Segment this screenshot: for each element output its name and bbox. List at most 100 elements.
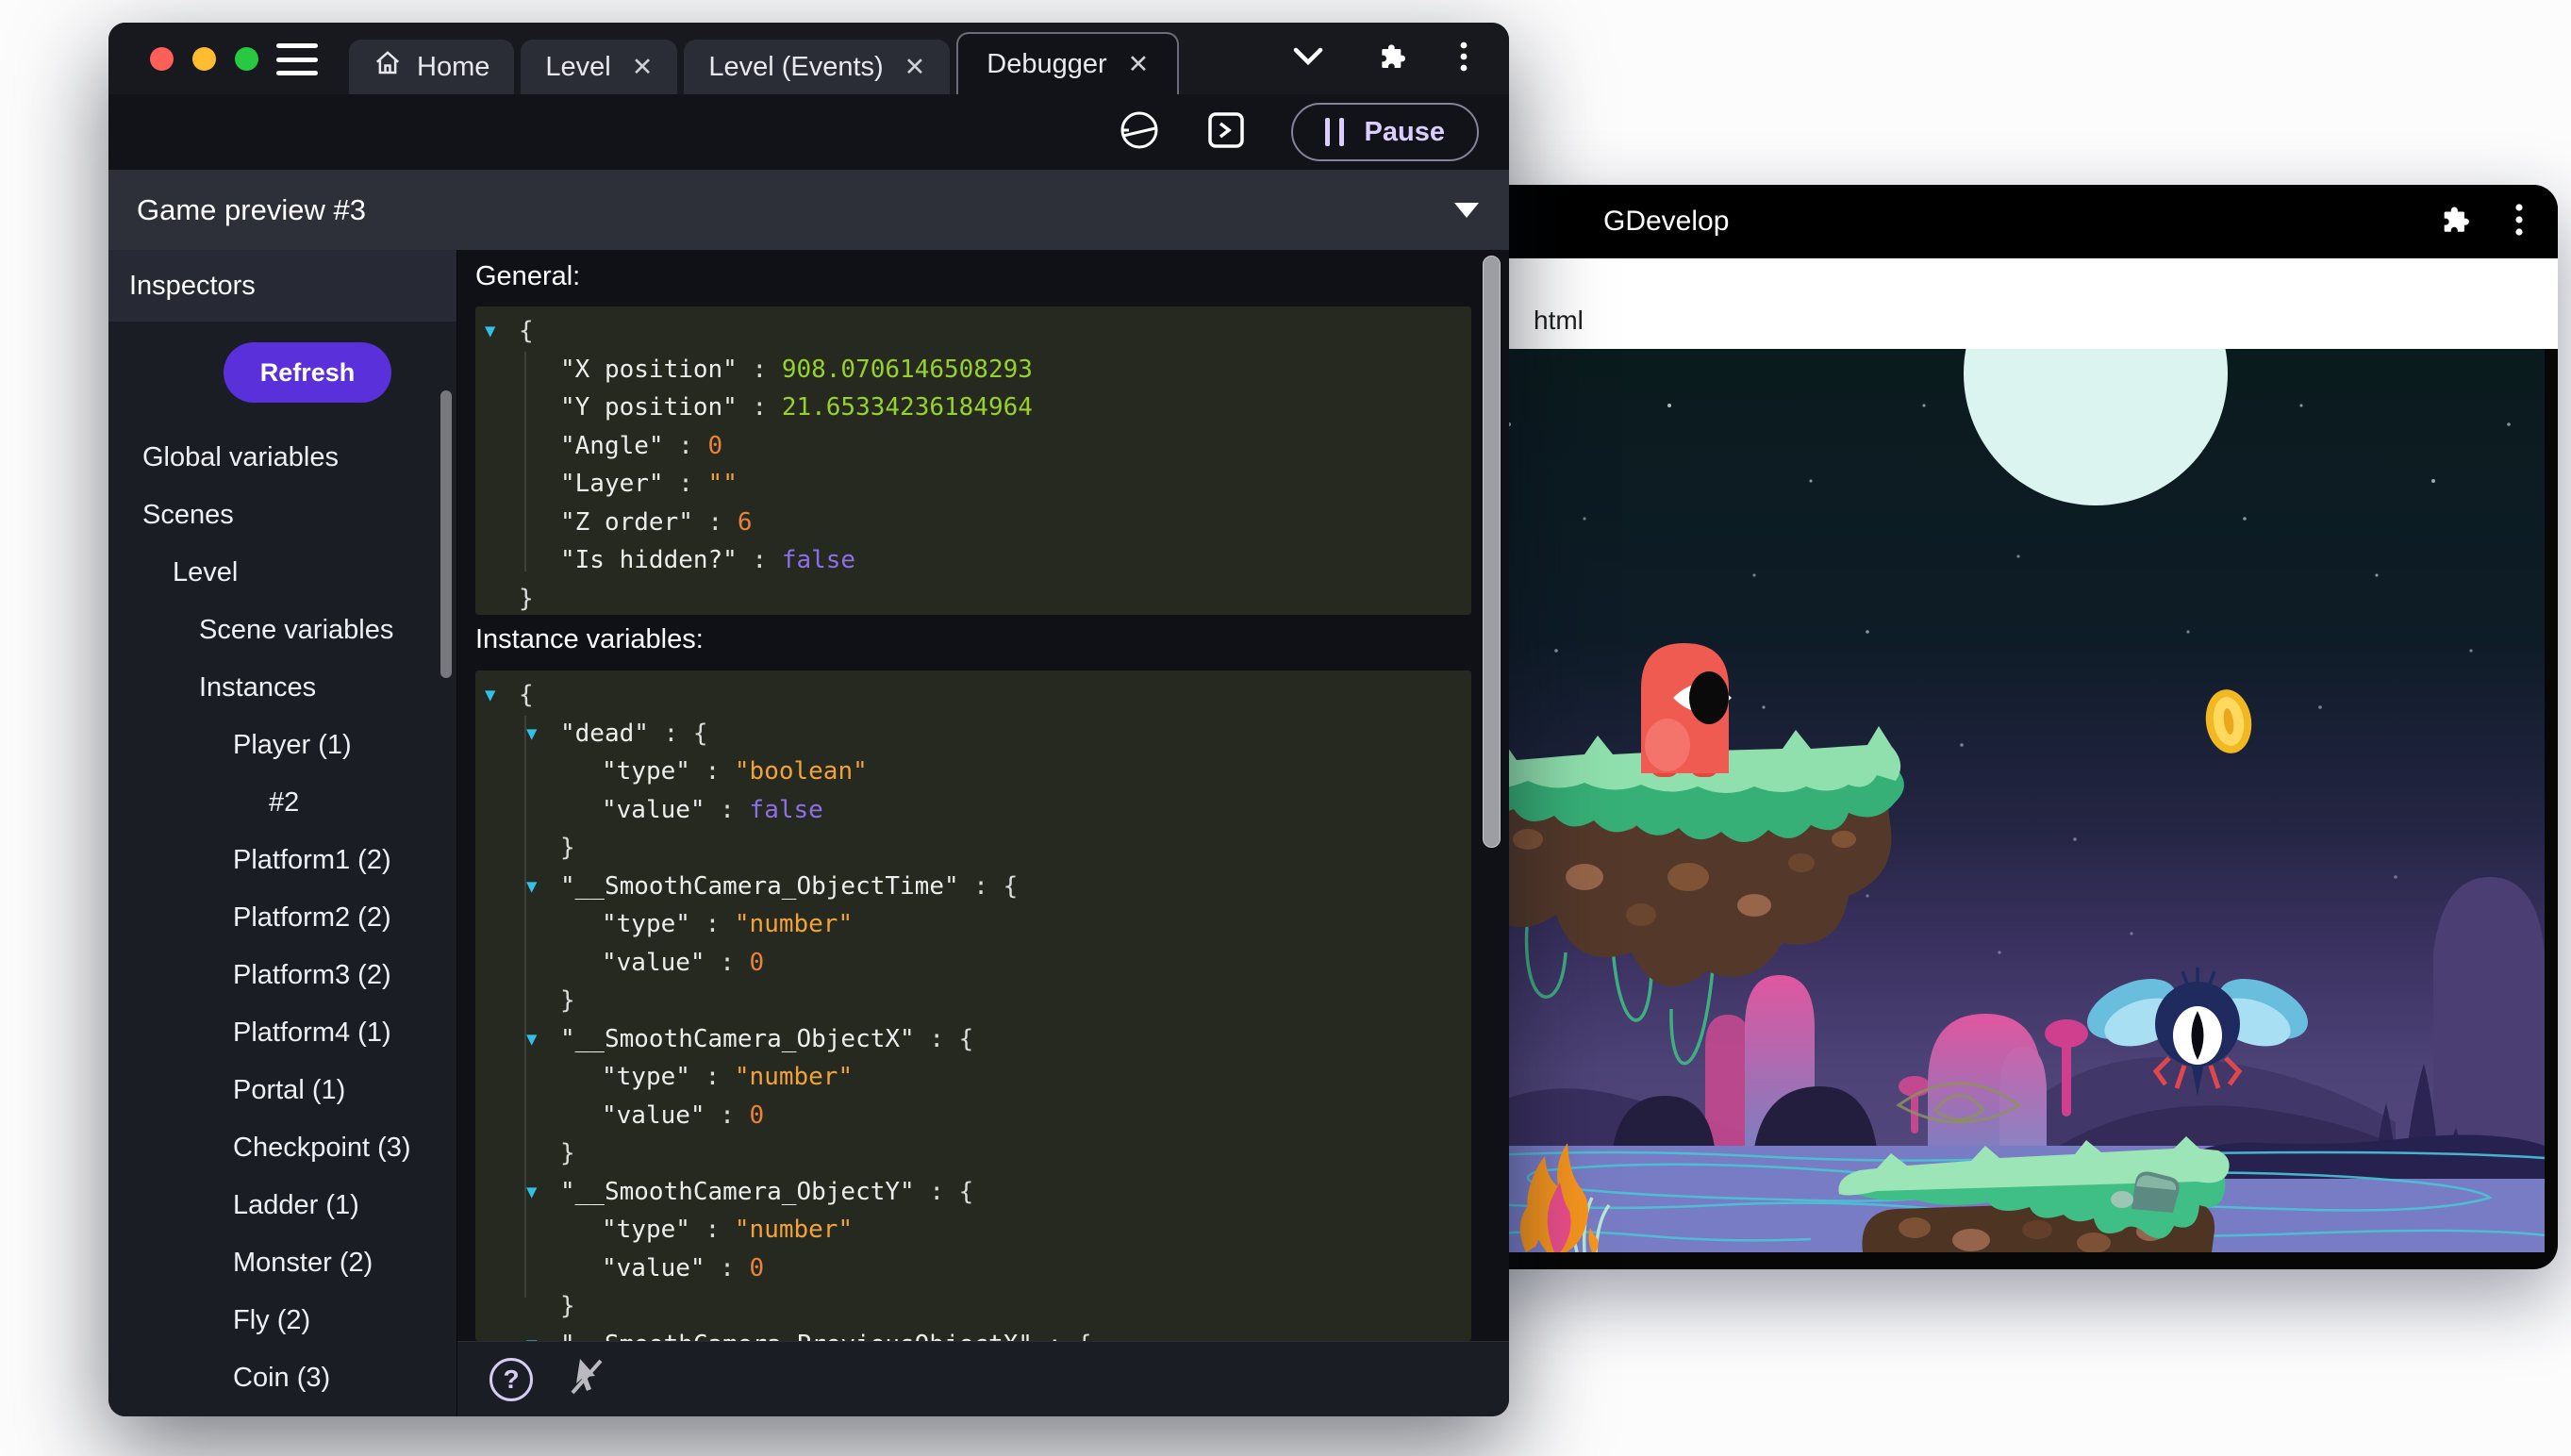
- pause-label: Pause: [1365, 117, 1445, 148]
- tab-level-events[interactable]: Level (Events) ✕: [684, 40, 950, 94]
- extensions-puzzle-icon[interactable]: [2439, 204, 2471, 240]
- tree-item-scene-variables[interactable]: Scene variables: [108, 602, 456, 659]
- tree-item-platform4-1-[interactable]: Platform4 (1): [108, 1004, 456, 1062]
- tree-item-player-1-[interactable]: Player (1): [108, 717, 456, 774]
- code-line: ▼"__SmoothCamera_PreviousObjectX" : {: [475, 1326, 1471, 1342]
- code-token: {: [959, 1178, 974, 1206]
- code-token: :: [959, 872, 1004, 901]
- collapse-expander-icon[interactable]: ▼: [526, 1029, 560, 1050]
- game-scene: [1471, 349, 2545, 1252]
- code-token: "value": [602, 1254, 705, 1282]
- tree-item-scenes[interactable]: Scenes: [108, 487, 456, 544]
- tree-item-ladder-1-[interactable]: Ladder (1): [108, 1177, 456, 1234]
- code-token: :: [915, 1025, 959, 1053]
- code-line: ▼"__SmoothCamera_ObjectTime" : {: [475, 868, 1471, 906]
- tree-item-fly-2-[interactable]: Fly (2): [108, 1292, 456, 1349]
- code-token: :: [738, 546, 782, 574]
- chevron-down-icon[interactable]: [1292, 46, 1324, 72]
- general-section-label: General:: [475, 261, 580, 292]
- tab-label: Level: [545, 52, 610, 83]
- code-line: ▼"__SmoothCamera_ObjectY" : {: [475, 1173, 1471, 1212]
- profiler-gauge-icon[interactable]: [1118, 108, 1161, 157]
- tree-item--2[interactable]: #2: [108, 774, 456, 832]
- close-tab-icon[interactable]: ✕: [632, 55, 654, 80]
- tab-bar: Home Level ✕ Level (Events) ✕ Debugger ✕: [349, 32, 1179, 94]
- code-line: }: [475, 580, 1471, 619]
- code-token: }: [560, 986, 575, 1015]
- caret-down-icon: [1454, 203, 1479, 218]
- tab-home[interactable]: Home: [349, 40, 514, 94]
- code-token: :: [690, 1063, 735, 1091]
- tree-item-portal-1-[interactable]: Portal (1): [108, 1062, 456, 1119]
- code-token: :: [664, 432, 708, 460]
- code-token: "number": [735, 1063, 853, 1091]
- code-line: "X position" : 908.0706146508293: [475, 351, 1471, 389]
- tree-item-instances[interactable]: Instances: [108, 659, 456, 717]
- collapse-expander-icon[interactable]: ▼: [526, 1334, 560, 1341]
- code-line: ▼{: [475, 312, 1471, 351]
- code-token: "dead": [560, 720, 649, 748]
- tree-item-checkpoint-3-[interactable]: Checkpoint (3): [108, 1119, 456, 1177]
- code-line: }: [475, 1287, 1471, 1326]
- code-token: "type": [602, 910, 690, 938]
- player-character: [1641, 643, 1732, 777]
- maximize-window-button[interactable]: [235, 47, 258, 71]
- hamburger-menu-icon[interactable]: [276, 43, 318, 75]
- close-window-button[interactable]: [150, 47, 174, 71]
- extensions-puzzle-icon[interactable]: [1377, 41, 1407, 76]
- tab-debugger[interactable]: Debugger ✕: [956, 32, 1179, 94]
- tree-item-global-variables[interactable]: Global variables: [108, 429, 456, 487]
- collapse-expander-icon[interactable]: ▼: [526, 723, 560, 744]
- preview-titlebar: GDevelop: [1471, 185, 2558, 258]
- code-token: "Is hidden?": [560, 546, 738, 574]
- code-line: ▼"__SmoothCamera_ObjectX" : {: [475, 1020, 1471, 1059]
- code-line: "value" : 0: [475, 1097, 1471, 1135]
- code-token: 0: [750, 1101, 765, 1130]
- tab-level[interactable]: Level ✕: [521, 40, 677, 94]
- close-tab-icon[interactable]: ✕: [1128, 52, 1150, 77]
- code-token: "__SmoothCamera_ObjectTime": [560, 872, 959, 901]
- code-token: :: [738, 356, 782, 384]
- tree-item-platform2-2-[interactable]: Platform2 (2): [108, 889, 456, 947]
- refresh-button[interactable]: Refresh: [224, 342, 391, 403]
- kebab-menu-icon[interactable]: [1460, 41, 1468, 77]
- more-menu-icon[interactable]: [2514, 202, 2524, 242]
- tree-item-platform1-2-[interactable]: Platform1 (2): [108, 832, 456, 889]
- minimize-window-button[interactable]: [192, 47, 216, 71]
- close-tab-icon[interactable]: ✕: [904, 55, 926, 80]
- collapse-expander-icon[interactable]: ▼: [526, 876, 560, 897]
- window-titlebar: Home Level ✕ Level (Events) ✕ Debugger ✕: [108, 23, 1509, 94]
- code-token: "__SmoothCamera_ObjectY": [560, 1178, 915, 1206]
- address-bar[interactable]: html: [1471, 258, 2558, 349]
- code-token: {: [693, 720, 708, 748]
- tree-item-level[interactable]: Level: [108, 544, 456, 602]
- code-token: :: [693, 508, 738, 537]
- code-token: 6: [738, 508, 753, 537]
- code-token: :: [738, 393, 782, 422]
- code-token: {: [1004, 872, 1019, 901]
- tree-item-platform3-2-[interactable]: Platform3 (2): [108, 947, 456, 1004]
- no-pick-cursor-icon[interactable]: [569, 1355, 606, 1403]
- debugger-bottombar: ?: [457, 1341, 1509, 1416]
- collapse-expander-icon[interactable]: ▼: [526, 1182, 560, 1202]
- tree-item-monsterpatrol[interactable]: MonsterPatrol: [108, 1407, 456, 1416]
- preview-selector[interactable]: Game preview #3: [108, 170, 1509, 250]
- code-token: :: [705, 1101, 750, 1130]
- tree-item-monster-2-[interactable]: Monster (2): [108, 1234, 456, 1292]
- console-icon[interactable]: [1206, 110, 1246, 155]
- general-properties-json: ▼{"X position" : 908.0706146508293"Y pos…: [475, 306, 1471, 615]
- detail-panel-scrollbar[interactable]: [1483, 256, 1501, 848]
- sidebar-scrollbar[interactable]: [440, 390, 452, 678]
- help-icon[interactable]: ?: [489, 1358, 533, 1401]
- collapse-expander-icon[interactable]: ▼: [485, 685, 519, 705]
- collapse-expander-icon[interactable]: ▼: [485, 321, 519, 341]
- game-preview-window: GDevelop html: [1471, 185, 2558, 1269]
- code-token: 908.0706146508293: [782, 356, 1033, 384]
- pause-icon: [1325, 118, 1344, 146]
- code-token: 0: [750, 1254, 765, 1282]
- code-token: :: [649, 720, 693, 748]
- code-token: }: [560, 834, 575, 862]
- pause-button[interactable]: Pause: [1291, 103, 1479, 161]
- tree-item-coin-3-[interactable]: Coin (3): [108, 1349, 456, 1407]
- game-canvas[interactable]: [1471, 349, 2545, 1252]
